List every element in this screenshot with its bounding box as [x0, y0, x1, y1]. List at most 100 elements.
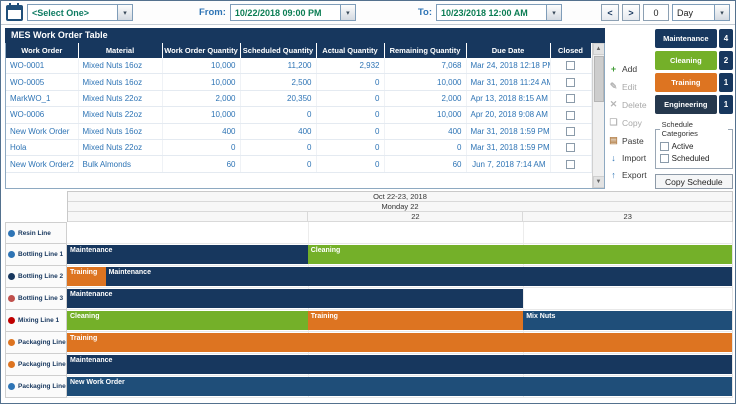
table-cell: Bulk Almonds	[78, 156, 162, 172]
next-button[interactable]: >	[622, 4, 640, 21]
column-header[interactable]: Due Date	[466, 43, 550, 58]
offset-field[interactable]: 0	[643, 4, 669, 21]
category-maintenance-button[interactable]: Maintenance	[655, 29, 717, 48]
closed-checkbox[interactable]	[566, 160, 575, 169]
packaging-line-2-icon	[8, 361, 15, 368]
packaging-line-1-icon	[8, 339, 15, 346]
category-cleaning-button[interactable]: Cleaning	[655, 51, 717, 70]
export-button[interactable]: ↑Export	[608, 170, 652, 180]
table-cell: 400	[240, 123, 316, 139]
scroll-up-icon[interactable]: ▲	[593, 43, 605, 55]
gantt-bar[interactable]: Mix Nuts	[523, 311, 732, 330]
table-cell: New Work Order	[6, 123, 78, 139]
gantt-row-track	[67, 222, 733, 244]
paste-button[interactable]: ▤Paste	[608, 135, 652, 146]
scheduled-checkbox[interactable]	[660, 154, 669, 163]
calendar-icon[interactable]	[6, 5, 23, 21]
gantt-date-header: Oct 22-23, 2018	[68, 192, 732, 202]
copy-button[interactable]: ❏Copy	[608, 117, 652, 128]
line-name: Bottling Line 3	[18, 295, 63, 302]
table-cell: Mar 31, 2018 1:59 PM	[466, 139, 550, 155]
table-cell: Apr 20, 2018 9:08 AM	[466, 107, 550, 123]
closed-checkbox[interactable]	[566, 127, 575, 136]
export-icon: ↑	[608, 170, 619, 180]
schedule-select[interactable]: <Select One> ▾	[27, 4, 133, 21]
table-cell: 20,350	[240, 90, 316, 106]
line-name: Mixing Line 1	[18, 317, 59, 324]
app-window: <Select One> ▾ From: 10/22/2018 09:00 PM…	[0, 0, 736, 404]
table-cell: 10,000	[162, 107, 240, 123]
import-button[interactable]: ↓Import	[608, 153, 652, 163]
column-header[interactable]: Actual Quantity	[316, 43, 384, 58]
gantt-bar[interactable]: Training	[308, 311, 523, 330]
column-header[interactable]: Work Order Quantity	[162, 43, 240, 58]
gantt-bar[interactable]: Maintenance	[67, 245, 308, 264]
column-header[interactable]: Work Order	[6, 43, 78, 58]
action-label: Export	[622, 170, 647, 180]
scroll-down-icon[interactable]: ▼	[593, 176, 605, 188]
category-count-badge: 1	[719, 73, 733, 92]
table-row[interactable]: WO-0005Mixed Nuts 16oz10,0002,500010,000…	[6, 74, 591, 90]
gantt-bar[interactable]: Maintenance	[106, 267, 732, 286]
copy-schedule-button[interactable]: Copy Schedule	[655, 174, 733, 189]
gantt-row: Packaging Line 3New Work Order	[5, 376, 733, 398]
chevron-down-icon[interactable]: ▾	[714, 5, 729, 20]
column-header[interactable]: Scheduled Quantity	[240, 43, 316, 58]
closed-checkbox[interactable]	[566, 61, 575, 70]
table-scrollbar[interactable]: ▲ ▼	[592, 43, 605, 188]
table-row[interactable]: MarkWO_1Mixed Nuts 22oz2,00020,35002,000…	[6, 90, 591, 106]
column-header[interactable]: Material	[78, 43, 162, 58]
table-row[interactable]: WO-0006Mixed Nuts 22oz10,0000010,000Apr …	[6, 107, 591, 123]
schedule-categories-group: Schedule Categories ActiveScheduled	[655, 120, 733, 169]
gantt-bar[interactable]: Training	[67, 267, 106, 286]
range-select[interactable]: Day ▾	[672, 4, 730, 21]
table-cell: 10,000	[384, 107, 466, 123]
closed-checkbox[interactable]	[566, 111, 575, 120]
prev-button[interactable]: <	[601, 4, 619, 21]
table-cell: 60	[162, 156, 240, 172]
resin-line-icon	[8, 230, 15, 237]
table-cell: Mixed Nuts 16oz	[78, 74, 162, 90]
table-cell: 2,932	[316, 58, 384, 74]
line-name: Packaging Line 1	[18, 339, 67, 346]
gantt-bar[interactable]: Maintenance	[67, 355, 732, 374]
line-name: Packaging Line 2	[18, 361, 67, 368]
gantt-row: Bottling Line 1 MaintenanceCleaning	[5, 244, 733, 266]
closed-checkbox[interactable]	[566, 94, 575, 103]
table-cell: WO-0005	[6, 74, 78, 90]
table-cell: 0	[162, 139, 240, 155]
chevron-down-icon[interactable]: ▾	[546, 5, 561, 20]
chevron-down-icon[interactable]: ▾	[340, 5, 355, 20]
table-cell: 11,200	[240, 58, 316, 74]
category-engineering-button[interactable]: Engineering	[655, 95, 717, 114]
mixing-line-1-icon	[8, 317, 15, 324]
active-checkbox[interactable]	[660, 142, 669, 151]
line-name: Bottling Line 1	[18, 251, 63, 258]
category-training-button[interactable]: Training	[655, 73, 717, 92]
column-header[interactable]: Remaining Quantity	[384, 43, 466, 58]
table-row[interactable]: HolaMixed Nuts 22oz0000Mar 31, 2018 1:59…	[6, 139, 591, 155]
table-row[interactable]: New Work OrderMixed Nuts 16oz4004000400M…	[6, 123, 591, 139]
scrollbar-thumb[interactable]	[594, 56, 604, 102]
gantt-bar[interactable]: New Work Order	[67, 377, 732, 396]
edit-button[interactable]: ✎Edit	[608, 81, 652, 92]
gantt-bar[interactable]: Cleaning	[308, 245, 732, 264]
table-cell: 10,000	[384, 74, 466, 90]
table-row[interactable]: New Work Order2Bulk Almonds600060Jun 7, …	[6, 156, 591, 172]
closed-checkbox[interactable]	[566, 78, 575, 87]
action-label: Copy	[622, 118, 642, 128]
from-date-picker[interactable]: 10/22/2018 09:00 PM ▾	[230, 4, 356, 21]
gantt-row-label: Resin Line	[5, 222, 67, 244]
table-row[interactable]: WO-0001Mixed Nuts 16oz10,00011,2002,9327…	[6, 58, 591, 74]
gantt-bar[interactable]: Cleaning	[67, 311, 308, 330]
to-date-picker[interactable]: 10/23/2018 12:00 AM ▾	[436, 4, 562, 21]
chevron-down-icon[interactable]: ▾	[117, 5, 132, 20]
closed-checkbox[interactable]	[566, 143, 575, 152]
gantt-bar[interactable]: Maintenance	[67, 289, 523, 308]
column-header[interactable]: Closed	[550, 43, 591, 58]
delete-button[interactable]: ✕Delete	[608, 99, 652, 110]
gantt-row-label: Bottling Line 2	[5, 266, 67, 288]
gantt-bar[interactable]: Training	[67, 333, 732, 352]
range-controls: < > 0 Day ▾	[601, 4, 730, 21]
add-button[interactable]: +Add	[608, 64, 652, 74]
